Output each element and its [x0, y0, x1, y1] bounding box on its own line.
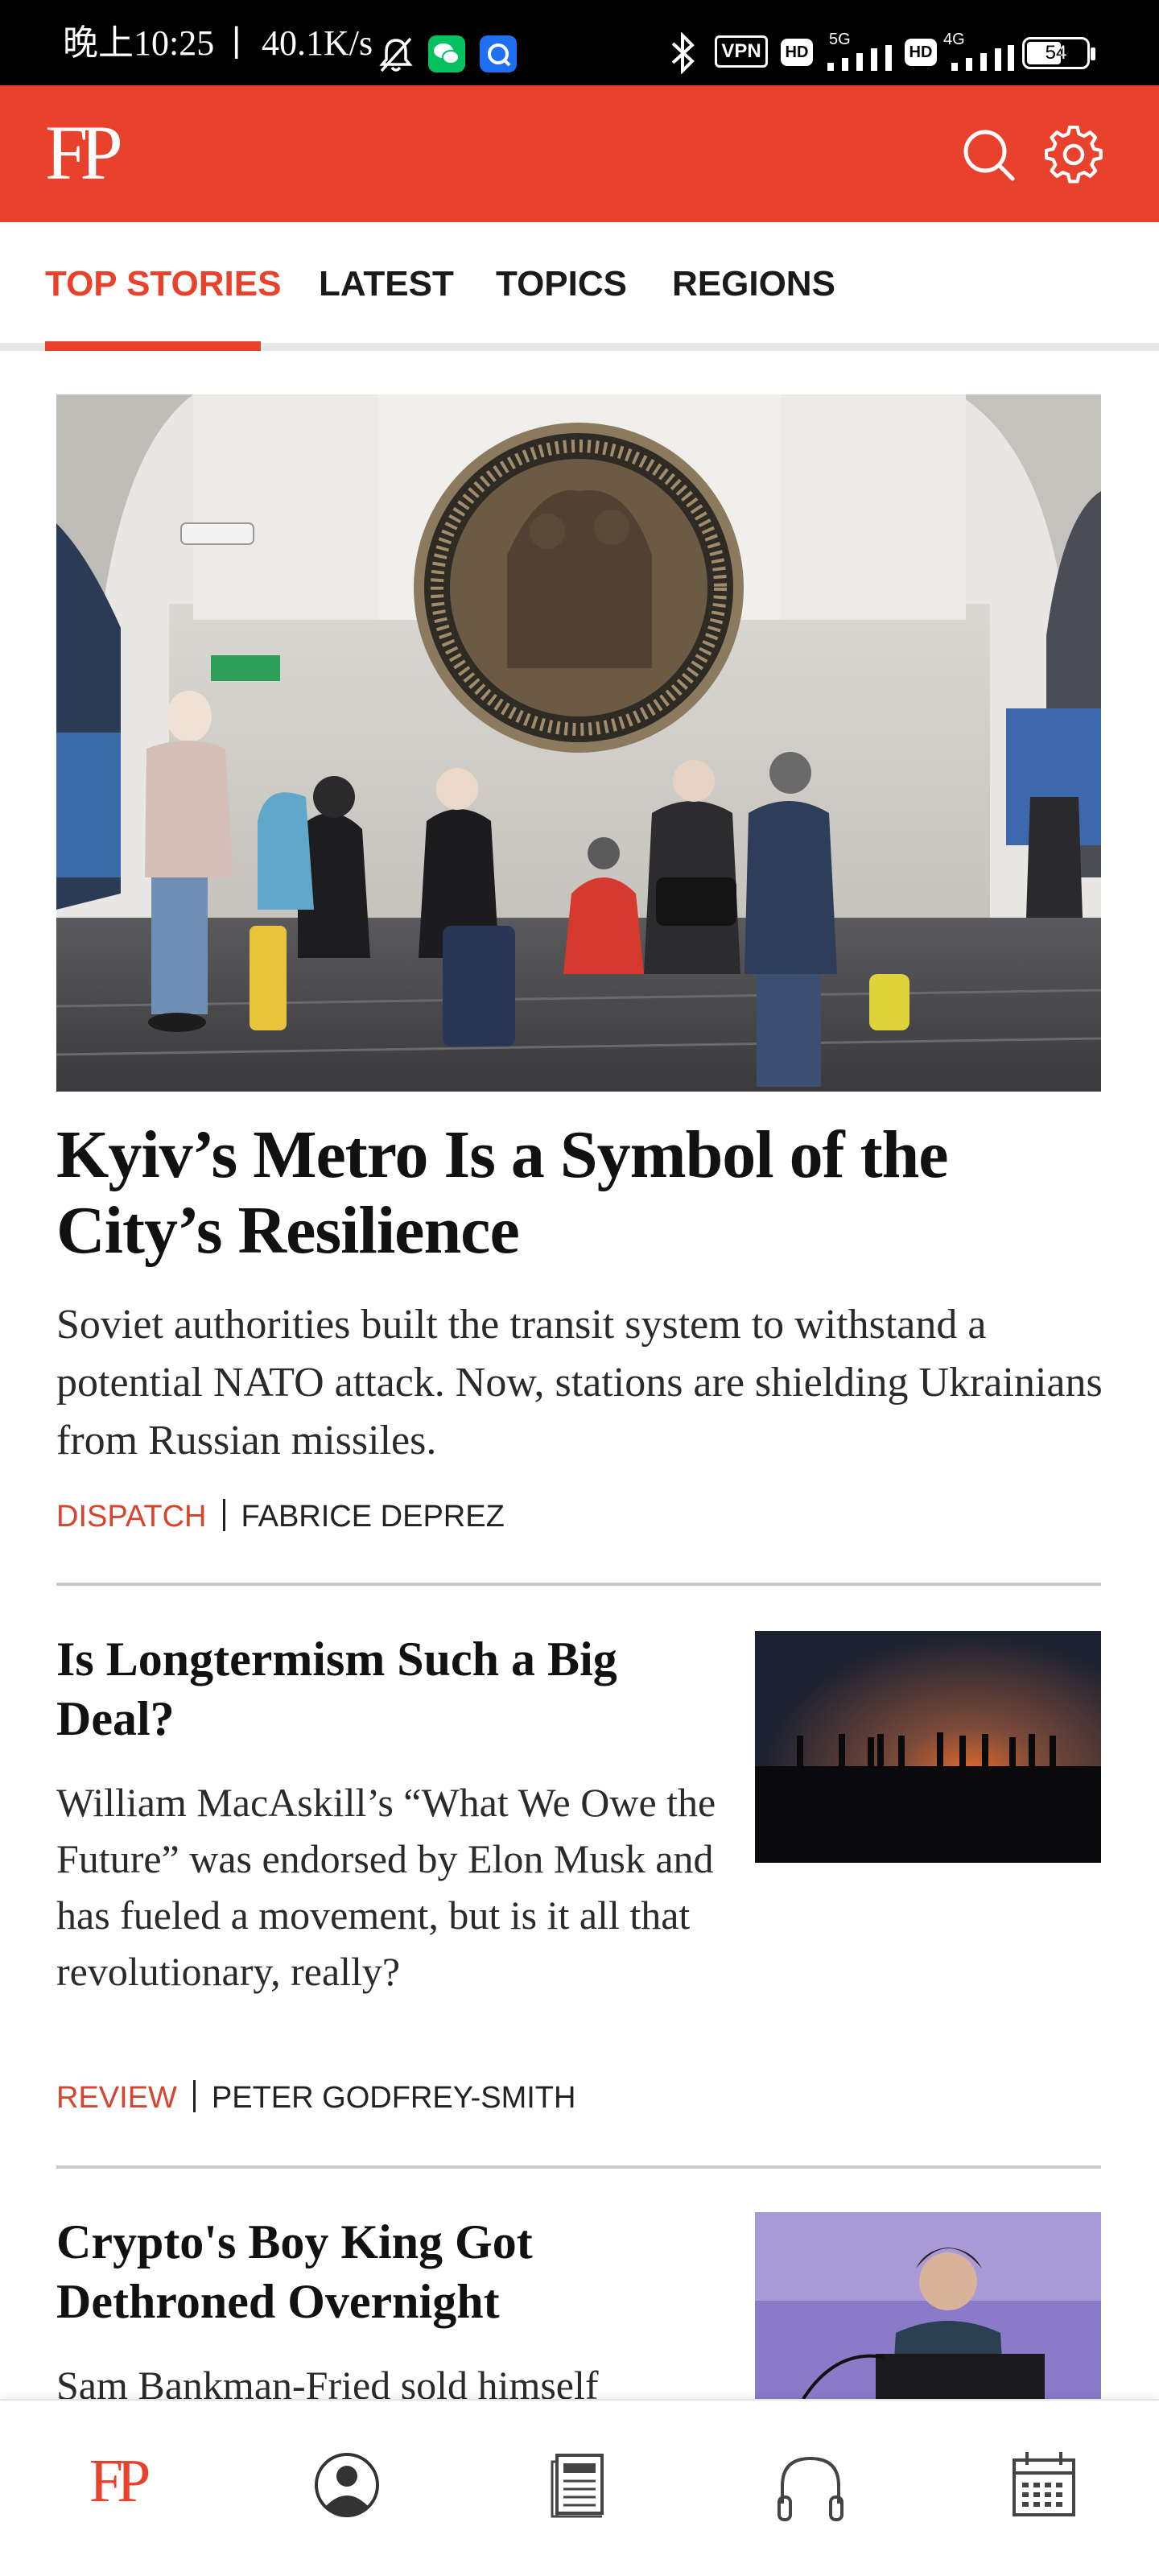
article-byline: REVIEW PETER GODFREY-SMITH — [56, 2080, 575, 2116]
article-summary: William MacAskill’s “What We Owe the Fut… — [56, 1780, 716, 1994]
hd-indicator-1: HD — [781, 39, 813, 66]
article-thumbnail[interactable] — [755, 2212, 1101, 2399]
article-headline[interactable]: Is Longtermism Such a Big Deal? — [56, 1629, 700, 1748]
status-separator: | — [232, 20, 241, 60]
newspaper-icon[interactable] — [534, 2441, 623, 2529]
tab-top-stories[interactable]: TOP STORIES — [45, 264, 281, 304]
battery-icon: 54 — [1022, 37, 1095, 69]
fp-logo[interactable]: FP — [45, 113, 123, 193]
hd-indicator-2: HD — [905, 39, 937, 66]
search-icon[interactable] — [959, 126, 1017, 184]
article-divider — [56, 1583, 1101, 1586]
headphones-icon[interactable] — [766, 2441, 855, 2529]
bottom-navigation: FP — [0, 2399, 1159, 2576]
tab-topics[interactable]: TOPICS — [496, 264, 627, 304]
profile-icon[interactable] — [303, 2441, 391, 2529]
article-headline[interactable]: Crypto's Boy King Got Dethroned Overnigh… — [56, 2212, 700, 2331]
byline-separator — [192, 2080, 196, 2112]
article-author[interactable]: PETER GODFREY-SMITH — [212, 2081, 576, 2115]
hero-summary: Soviet authorities built the transit sys… — [56, 1302, 1103, 1463]
hero-author[interactable]: FABRICE DEPREZ — [241, 1500, 505, 1534]
signal-icon-1 — [827, 45, 892, 71]
active-tab-indicator — [45, 341, 261, 351]
vpn-indicator: VPN — [715, 35, 768, 68]
hero-kicker[interactable]: DISPATCH — [56, 1500, 207, 1534]
section-tabs: TOP STORIES LATEST TOPICS REGIONS — [0, 222, 1159, 351]
status-bar: 晚上10:25 | 40.1K/s VPN HD 5G HD 4G 54 — [0, 0, 1159, 85]
wechat-icon — [428, 35, 465, 72]
tab-regions[interactable]: REGIONS — [672, 264, 835, 304]
article-thumbnail[interactable] — [755, 1631, 1101, 1863]
gear-icon[interactable] — [1045, 126, 1103, 184]
home-logo[interactable]: FP — [72, 2441, 161, 2529]
status-net-speed: 40.1K/s — [262, 23, 373, 63]
hero-byline: DISPATCH FABRICE DEPREZ — [56, 1499, 505, 1534]
app-bar: FP — [0, 85, 1159, 222]
tab-latest[interactable]: LATEST — [319, 264, 454, 304]
bluetooth-icon — [671, 32, 695, 74]
app-notification-icon — [480, 35, 517, 72]
signal-icon-2 — [951, 45, 1014, 71]
hero-image[interactable] — [56, 394, 1101, 1092]
status-time: 晚上10:25 — [63, 23, 215, 63]
hero-headline[interactable]: Kyiv’s Metro Is a Symbol of the City’s R… — [56, 1117, 1103, 1269]
calendar-icon[interactable] — [1000, 2441, 1088, 2529]
bell-muted-icon — [379, 37, 413, 72]
article-kicker[interactable]: REVIEW — [56, 2081, 177, 2115]
article-divider — [56, 2165, 1101, 2169]
battery-level: 54 — [1045, 42, 1067, 64]
byline-separator — [222, 1499, 225, 1531]
